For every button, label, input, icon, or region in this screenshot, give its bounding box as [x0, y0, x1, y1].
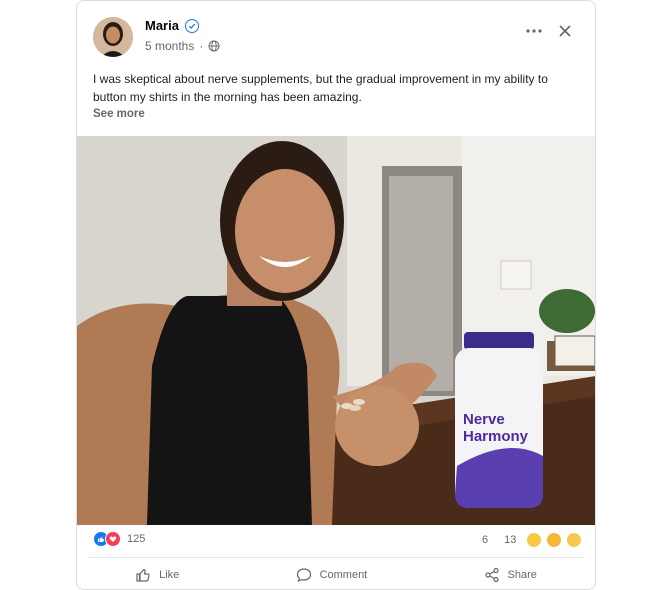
globe-icon	[208, 40, 220, 52]
see-more-link[interactable]: See more	[93, 108, 145, 120]
bottle-label-line1: Nerve	[463, 411, 505, 428]
avatar[interactable]	[93, 17, 133, 57]
share-label: Share	[507, 569, 537, 581]
comments-count[interactable]: 6	[482, 534, 488, 546]
reactions-summary[interactable]: 125	[93, 531, 145, 547]
divider	[89, 557, 583, 558]
like-label: Like	[159, 569, 180, 581]
shares-count[interactable]: 13	[504, 534, 516, 546]
close-button[interactable]	[555, 21, 575, 41]
engagement-stats: 6 13	[482, 534, 516, 546]
more-horizontal-icon	[526, 29, 542, 33]
emoji-reactions	[527, 533, 581, 547]
laugh-emoji-icon[interactable]	[527, 533, 541, 547]
post-actions: Like Comment Share	[77, 561, 595, 589]
bottle-label-line2: Harmony	[463, 428, 529, 445]
heart-eyes-emoji-icon[interactable]	[567, 533, 581, 547]
post-time[interactable]: 5 months	[145, 39, 194, 53]
verified-badge-icon	[184, 18, 199, 33]
love-reaction-icon	[105, 531, 121, 547]
post-header: Maria 5 months ·	[77, 1, 595, 63]
post-text: I was skeptical about nerve supplements,…	[93, 72, 548, 104]
post-meta: 5 months ·	[145, 39, 220, 53]
comment-label: Comment	[319, 569, 368, 581]
author-name[interactable]: Maria	[145, 18, 199, 33]
post-photo[interactable]: Nerve Harmony	[77, 136, 595, 525]
share-button[interactable]: Share	[484, 567, 537, 583]
reaction-icons	[93, 531, 121, 547]
like-button[interactable]: Like	[135, 567, 179, 583]
close-icon	[559, 25, 571, 37]
meta-separator: ·	[199, 39, 204, 53]
comment-icon	[296, 568, 311, 583]
more-options-button[interactable]	[523, 21, 545, 41]
comment-button[interactable]: Comment	[296, 567, 368, 583]
share-icon	[484, 567, 499, 583]
reaction-count: 125	[127, 533, 146, 545]
thumbs-up-icon	[136, 568, 150, 582]
author-name-text[interactable]: Maria	[145, 18, 179, 33]
post-card: Maria 5 months · I was skeptical about n…	[76, 0, 596, 590]
tears-emoji-icon[interactable]	[547, 533, 561, 547]
